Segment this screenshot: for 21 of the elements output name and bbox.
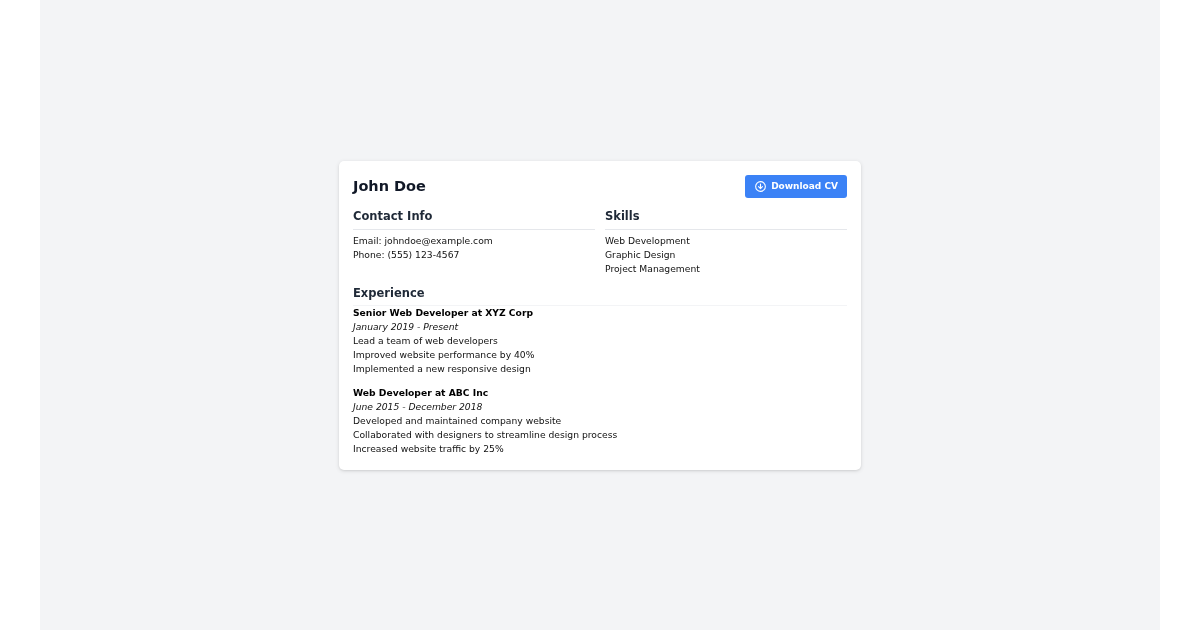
job-point: Lead a team of web developers [353, 333, 499, 348]
contact-line: Email: johndoe@example.com [353, 233, 494, 248]
section-heading: Contact Info [353, 207, 434, 224]
download-button[interactable]: Download CV [745, 174, 847, 198]
contact-line: Phone: (555) 123-4567 [353, 247, 461, 262]
job-dates: January 2019 - Present [353, 319, 460, 334]
skill-item: Web Development [605, 233, 691, 248]
job-point: Implemented a new responsive design [353, 361, 532, 376]
job-point: Increased website traffic by 25% [353, 441, 505, 456]
section-heading: Experience [353, 284, 426, 301]
skill-item: Graphic Design [605, 247, 677, 262]
job-point: Collaborated with designers to streamline design process [353, 427, 619, 442]
job-title: Senior Web Developer at XYZ Corp [353, 305, 535, 320]
job-dates: June 2015 - December 2018 [353, 399, 484, 414]
job-point: Developed and maintained company website [353, 413, 563, 428]
section-heading: Skills [605, 207, 641, 224]
person-name: John Doe [353, 177, 426, 196]
skill-item: Project Management [605, 261, 701, 276]
job-title: Web Developer at ABC Inc [353, 385, 490, 400]
job-point: Improved website performance by 40% [353, 347, 536, 362]
download-icon [755, 180, 767, 192]
